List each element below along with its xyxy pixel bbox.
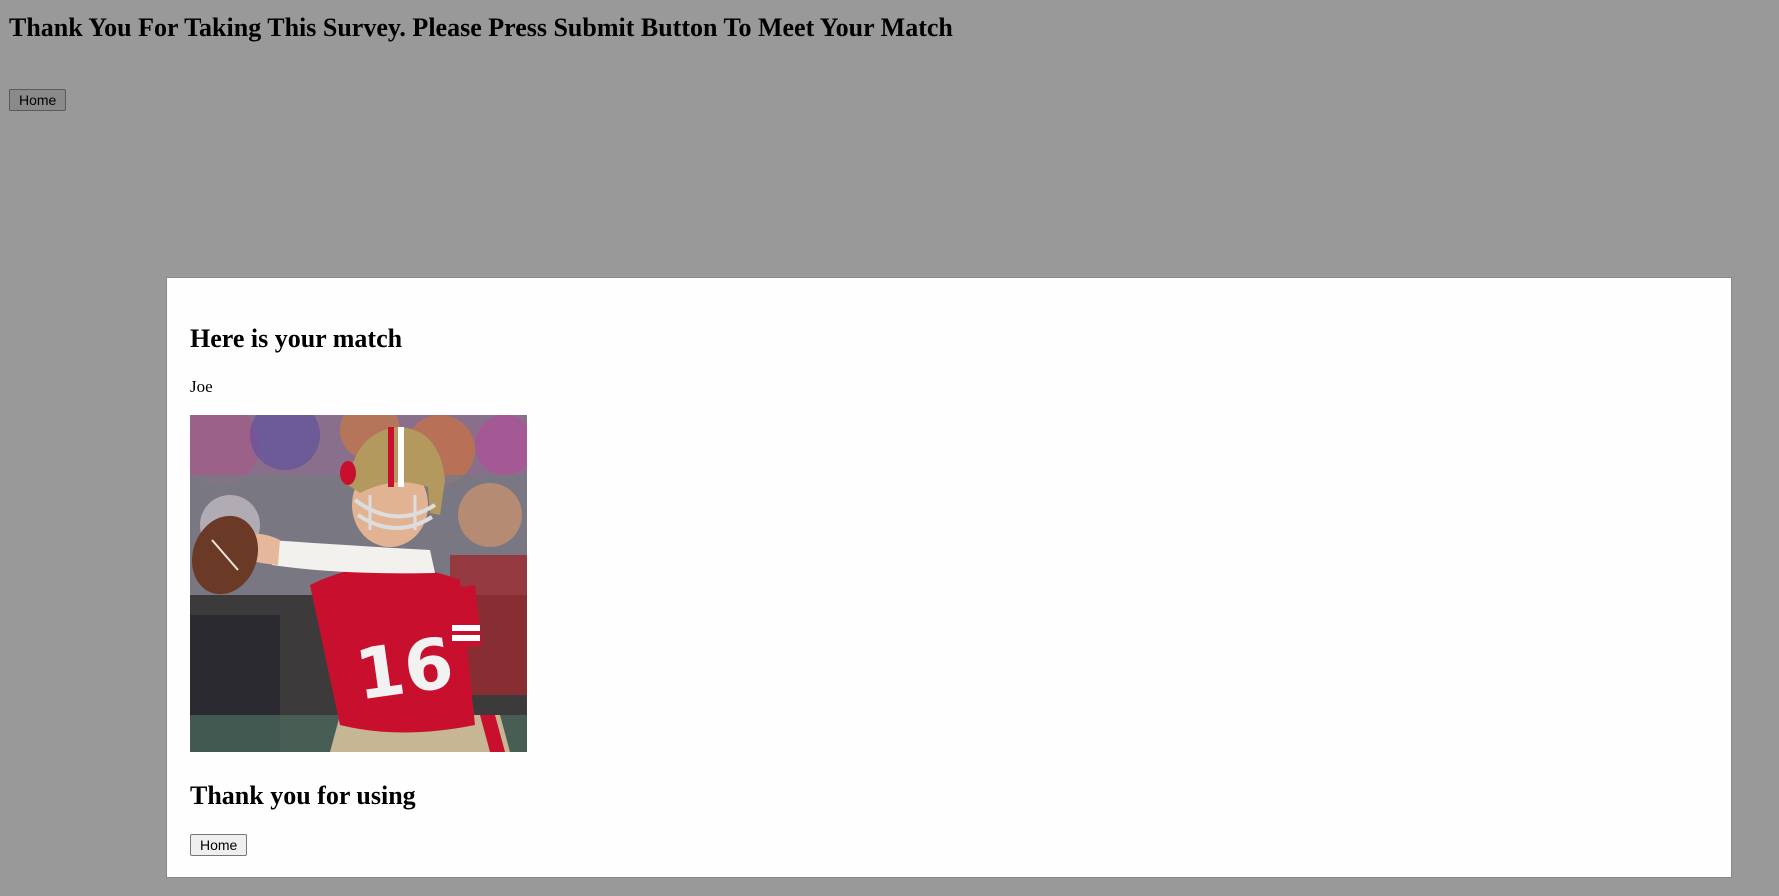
home-button[interactable]: Home [9,89,67,111]
match-modal: Here is your match Joe 16 Thank you for … [166,277,1732,878]
match-heading: Here is your match [190,324,403,353]
svg-text:16: 16 [350,622,458,717]
thank-you-heading: Thank you for using [190,781,416,810]
page-title: Thank You For Taking This Survey. Please… [9,13,953,42]
modal-home-button[interactable]: Home [190,834,248,856]
match-name: Joe [190,377,213,396]
match-photo: 16 [190,415,527,752]
